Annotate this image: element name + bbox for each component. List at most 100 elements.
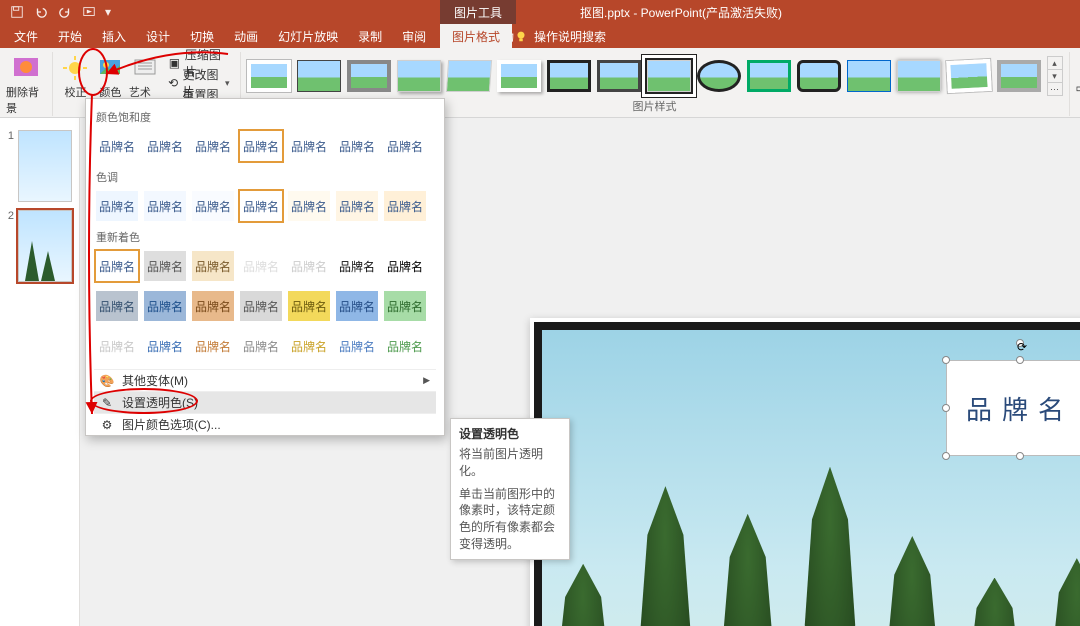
color-swatch[interactable]: 品牌名: [286, 129, 332, 163]
style-thumb[interactable]: [847, 60, 891, 92]
color-swatch[interactable]: 品牌名: [238, 289, 284, 323]
tab-slideshow[interactable]: 幻灯片放映: [268, 24, 348, 48]
style-thumb[interactable]: [897, 60, 941, 92]
color-swatch[interactable]: 品牌名: [94, 289, 140, 323]
section-recolor-label: 重新着色: [96, 229, 436, 245]
color-swatch[interactable]: 品牌名: [190, 289, 236, 323]
slide-thumb[interactable]: [18, 130, 72, 202]
tooltip-title: 设置透明色: [459, 425, 561, 442]
eyedropper-icon: ✎: [100, 396, 114, 410]
undo-icon[interactable]: [30, 1, 52, 23]
lightbulb-icon: [514, 29, 528, 43]
color-swatch[interactable]: 品牌名: [142, 129, 188, 163]
style-thumb[interactable]: [797, 60, 841, 92]
slide-thumbnail-panel[interactable]: 1 2: [0, 118, 80, 626]
color-swatch[interactable]: 品牌名: [238, 189, 284, 223]
color-swatch[interactable]: 品牌名: [286, 289, 332, 323]
color-swatch[interactable]: 品牌名: [382, 249, 428, 283]
color-swatch[interactable]: 品牌名: [142, 249, 188, 283]
more-variations-item[interactable]: 🎨 其他变体(M) ▶: [94, 369, 436, 391]
tooltip-body: 将当前图片透明化。 单击当前图形中的像素时，该特定颜色的所有像素都会变得透明。: [459, 446, 561, 553]
redo-icon[interactable]: [54, 1, 76, 23]
color-swatch[interactable]: 品牌名: [382, 289, 428, 323]
qat-more-icon[interactable]: ▾: [102, 1, 114, 23]
color-swatch[interactable]: 品牌名: [238, 329, 284, 363]
color-swatch[interactable]: 品牌名: [94, 249, 140, 283]
style-thumb[interactable]: [445, 60, 491, 92]
color-swatch[interactable]: 品牌名: [190, 249, 236, 283]
slide[interactable]: 品牌名 ⟳: [530, 318, 1080, 626]
tab-picture-format[interactable]: 图片格式: [440, 24, 512, 48]
color-swatch[interactable]: 品牌名: [382, 329, 428, 363]
color-swatch[interactable]: 品牌名: [94, 329, 140, 363]
save-icon[interactable]: [6, 1, 28, 23]
color-swatch[interactable]: 品牌名: [94, 189, 140, 223]
picture-border-button[interactable]: ▭图片边框▾: [1076, 54, 1080, 122]
style-thumb[interactable]: [997, 60, 1041, 92]
color-swatch[interactable]: 品牌名: [334, 129, 380, 163]
style-thumb[interactable]: [397, 60, 441, 92]
remove-bg-label: 删除背景: [6, 84, 46, 116]
tooltip: 设置透明色 将当前图片透明化。 单击当前图形中的像素时，该特定颜色的所有像素都会…: [450, 418, 570, 560]
color-swatch[interactable]: 品牌名: [334, 249, 380, 283]
saturation-grid: 品牌名品牌名品牌名品牌名品牌名品牌名品牌名: [94, 129, 436, 163]
section-tone-label: 色调: [96, 169, 436, 185]
color-swatch[interactable]: 品牌名: [286, 189, 332, 223]
tab-record[interactable]: 录制: [348, 24, 392, 48]
color-swatch[interactable]: 品牌名: [190, 189, 236, 223]
slide-thumb[interactable]: [18, 210, 72, 282]
style-thumb[interactable]: [946, 59, 992, 93]
color-swatch[interactable]: 品牌名: [238, 249, 284, 283]
remove-background-button[interactable]: 删除背景: [6, 52, 46, 116]
style-thumb[interactable]: [647, 60, 691, 92]
corrections-button[interactable]: 校正: [59, 52, 92, 100]
set-transparent-color-item[interactable]: ✎ 设置透明色(S): [94, 391, 436, 413]
style-thumb[interactable]: [347, 60, 391, 92]
color-swatch[interactable]: 品牌名: [382, 129, 428, 163]
color-swatch[interactable]: 品牌名: [142, 329, 188, 363]
slide-thumb-2[interactable]: 2: [0, 206, 79, 286]
style-thumb[interactable]: [697, 60, 741, 92]
tell-me-search[interactable]: 操作说明搜索: [506, 24, 614, 48]
tab-transitions[interactable]: 切换: [180, 24, 224, 48]
style-thumb[interactable]: [547, 60, 591, 92]
color-icon: [96, 54, 124, 82]
tab-home[interactable]: 开始: [48, 24, 92, 48]
color-dropdown-panel: 颜色饱和度 品牌名品牌名品牌名品牌名品牌名品牌名品牌名 色调 品牌名品牌名品牌名…: [85, 98, 445, 436]
style-thumb[interactable]: [297, 60, 341, 92]
style-thumb[interactable]: [497, 60, 541, 92]
color-swatch[interactable]: 品牌名: [334, 329, 380, 363]
style-thumb[interactable]: [747, 60, 791, 92]
start-from-beginning-icon[interactable]: [78, 1, 100, 23]
tooltip-line: 将当前图片透明化。: [459, 446, 561, 480]
color-swatch[interactable]: 品牌名: [94, 129, 140, 163]
color-swatch[interactable]: 品牌名: [286, 249, 332, 283]
tab-insert[interactable]: 插入: [92, 24, 136, 48]
slide-thumb-1[interactable]: 1: [0, 126, 79, 206]
style-thumb[interactable]: [597, 60, 641, 92]
style-thumb[interactable]: [247, 60, 291, 92]
color-swatch[interactable]: 品牌名: [190, 329, 236, 363]
color-swatch[interactable]: 品牌名: [142, 289, 188, 323]
compress-icon: ▣: [168, 56, 181, 70]
picture-styles-gallery[interactable]: ▴▾⋯: [247, 52, 1063, 96]
color-swatch[interactable]: 品牌名: [142, 189, 188, 223]
color-button[interactable]: 颜色: [94, 52, 127, 100]
gallery-more-button[interactable]: ▴▾⋯: [1047, 56, 1063, 96]
set-transparent-label: 设置透明色(S): [122, 394, 198, 411]
color-swatch[interactable]: 品牌名: [190, 129, 236, 163]
tab-animations[interactable]: 动画: [224, 24, 268, 48]
window-title: 抠图.pptx - PowerPoint(产品激活失败): [580, 0, 782, 24]
brand-text-box[interactable]: 品牌名 ⟳: [946, 360, 1080, 456]
tab-file[interactable]: 文件: [4, 24, 48, 48]
color-swatch[interactable]: 品牌名: [238, 129, 284, 163]
color-swatch[interactable]: 品牌名: [334, 289, 380, 323]
tab-design[interactable]: 设计: [136, 24, 180, 48]
color-swatch[interactable]: 品牌名: [334, 189, 380, 223]
color-swatch[interactable]: 品牌名: [382, 189, 428, 223]
tab-review[interactable]: 审阅: [392, 24, 436, 48]
color-swatch[interactable]: 品牌名: [286, 329, 332, 363]
options-icon: ⚙: [100, 418, 114, 432]
picture-color-options-item[interactable]: ⚙ 图片颜色选项(C)...: [94, 413, 436, 435]
photo[interactable]: 品牌名 ⟳: [534, 322, 1080, 626]
